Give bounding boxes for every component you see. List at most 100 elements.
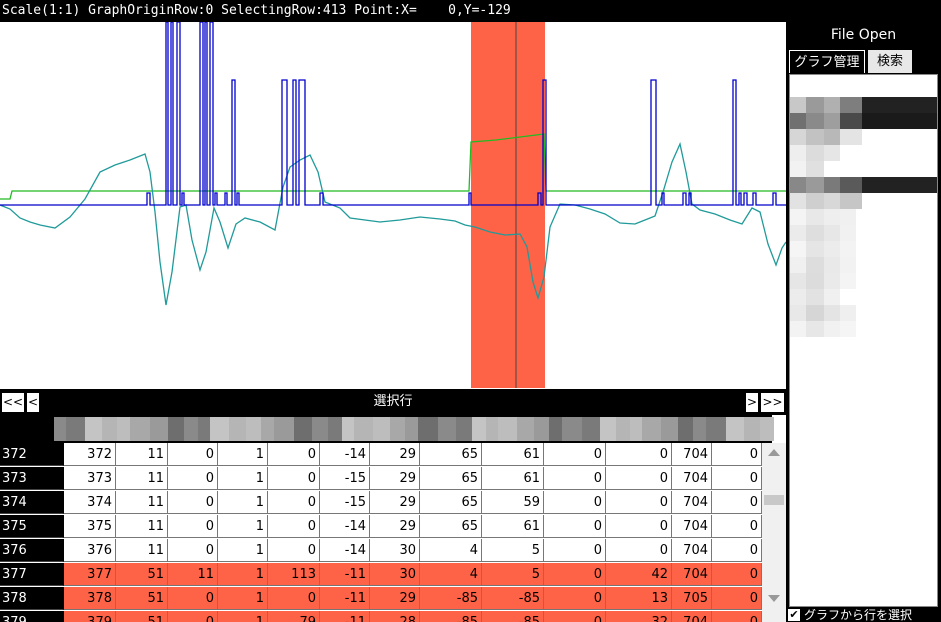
table-cell[interactable]: 32 — [606, 611, 672, 622]
column-header[interactable] — [85, 417, 102, 441]
list-item[interactable] — [790, 97, 806, 113]
table-cell[interactable]: -14 — [320, 443, 370, 466]
column-header[interactable] — [418, 417, 438, 441]
table-cell[interactable]: 13 — [606, 587, 672, 610]
column-header[interactable] — [328, 417, 342, 441]
tab-search[interactable]: 検索 — [868, 50, 912, 73]
table-cell[interactable]: 4 — [420, 539, 482, 562]
list-item[interactable] — [806, 113, 824, 129]
list-item[interactable] — [824, 289, 840, 305]
column-header[interactable] — [168, 417, 184, 441]
table-row[interactable]: 373 373 11 0 1 0 -15 29 65 61 0 0 704 0 — [0, 467, 762, 491]
column-header[interactable] — [456, 417, 472, 441]
table-cell[interactable]: 0 — [712, 539, 762, 562]
table-cell[interactable]: -11 — [320, 563, 370, 586]
column-header[interactable] — [210, 417, 229, 441]
list-item[interactable] — [790, 273, 806, 289]
list-item[interactable] — [824, 225, 840, 241]
table-cell[interactable]: 5 — [482, 563, 544, 586]
column-header[interactable] — [54, 417, 66, 441]
table-cell[interactable]: 379 — [64, 611, 116, 622]
column-header[interactable] — [438, 417, 456, 441]
list-item[interactable] — [840, 273, 856, 289]
table-cell[interactable]: 1 — [218, 611, 268, 622]
table-cell[interactable]: 29 — [370, 443, 420, 466]
column-header[interactable] — [66, 417, 85, 441]
table-cell[interactable]: 61 — [482, 467, 544, 490]
table-cell[interactable]: 0 — [712, 515, 762, 538]
table-cell[interactable]: -15 — [320, 491, 370, 514]
column-header[interactable] — [486, 417, 498, 441]
table-cell[interactable]: -85 — [482, 587, 544, 610]
table-cell[interactable]: 1 — [218, 563, 268, 586]
column-header[interactable] — [678, 417, 693, 441]
scroll-thumb[interactable] — [764, 495, 784, 505]
table-cell[interactable]: 11 — [168, 563, 218, 586]
table-cell[interactable]: 11 — [116, 539, 168, 562]
column-header[interactable] — [405, 417, 418, 441]
scroll-down-icon[interactable] — [768, 595, 780, 602]
table-cell[interactable]: -15 — [320, 467, 370, 490]
table-cell[interactable]: 59 — [482, 491, 544, 514]
table-cell[interactable]: 65 — [420, 467, 482, 490]
list-item[interactable] — [790, 145, 806, 161]
table-cell[interactable]: 0 — [268, 467, 320, 490]
table-cell[interactable]: 0 — [544, 443, 606, 466]
table-row[interactable]: 379379510179-1128-85-850327040 — [0, 611, 762, 622]
list-item[interactable] — [806, 257, 824, 273]
column-header[interactable] — [117, 417, 130, 441]
table-cell[interactable]: 61 — [482, 443, 544, 466]
table-cell[interactable]: 704 — [672, 491, 712, 514]
list-item[interactable] — [840, 129, 862, 145]
table-cell[interactable]: 376 — [64, 539, 116, 562]
row-number[interactable]: 372 — [0, 443, 64, 466]
list-item[interactable] — [790, 225, 806, 241]
table-cell[interactable]: -11 — [320, 587, 370, 610]
table-cell[interactable]: 0 — [712, 587, 762, 610]
table-cell[interactable]: 0 — [268, 443, 320, 466]
list-item[interactable] — [862, 113, 937, 129]
list-item[interactable] — [840, 113, 862, 129]
list-item[interactable] — [790, 209, 806, 225]
table-cell[interactable]: 1 — [218, 515, 268, 538]
file-open-button[interactable]: File Open — [790, 25, 937, 45]
row-number[interactable]: 379 — [0, 611, 64, 622]
graph-plot[interactable] — [0, 22, 786, 388]
table-cell[interactable]: 1 — [218, 539, 268, 562]
table-cell[interactable]: 65 — [420, 443, 482, 466]
column-header[interactable] — [549, 417, 562, 441]
table-scrollbar[interactable] — [762, 443, 786, 622]
table-cell[interactable]: 51 — [116, 587, 168, 610]
table-cell[interactable]: 0 — [712, 611, 762, 622]
table-cell[interactable]: 0 — [606, 467, 672, 490]
table-cell[interactable]: 0 — [168, 539, 218, 562]
column-header[interactable] — [706, 417, 726, 441]
table-cell[interactable]: 0 — [544, 611, 606, 622]
table-row[interactable]: 375 375 11 0 1 0 -14 29 65 61 0 0 704 0 — [0, 515, 762, 539]
column-header[interactable] — [760, 417, 774, 441]
prev-page-button[interactable]: < — [27, 393, 39, 412]
list-item[interactable] — [824, 257, 840, 273]
table-cell[interactable]: 29 — [370, 587, 420, 610]
table-cell[interactable]: 704 — [672, 515, 712, 538]
table-cell[interactable]: 29 — [370, 467, 420, 490]
table-cell[interactable]: 704 — [672, 467, 712, 490]
column-header[interactable] — [102, 417, 117, 441]
table-cell[interactable]: -14 — [320, 515, 370, 538]
table-cell[interactable]: 704 — [672, 563, 712, 586]
table-cell[interactable]: 113 — [268, 563, 320, 586]
column-header[interactable] — [661, 417, 678, 441]
list-item[interactable] — [790, 321, 806, 337]
list-item[interactable] — [806, 161, 824, 177]
table-cell[interactable]: 0 — [712, 491, 762, 514]
column-header[interactable] — [198, 417, 210, 441]
column-header[interactable] — [642, 417, 661, 441]
row-number[interactable]: 376 — [0, 539, 64, 562]
list-item[interactable] — [862, 177, 937, 193]
table-cell[interactable]: 0 — [168, 443, 218, 466]
table-cell[interactable]: -85 — [420, 611, 482, 622]
table-row[interactable]: 378 378 51 0 1 0 -11 29 -85 -85 0 13 705 0 — [0, 587, 762, 611]
scroll-up-icon[interactable] — [768, 449, 780, 456]
row-number[interactable]: 377 — [0, 563, 64, 586]
table-cell[interactable]: 0 — [544, 563, 606, 586]
